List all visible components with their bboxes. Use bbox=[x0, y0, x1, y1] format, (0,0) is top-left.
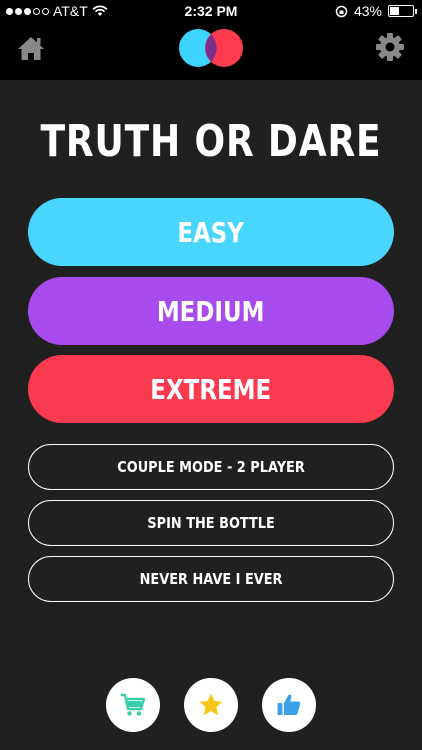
spin-the-bottle-label: SPIN THE BOTTLE bbox=[147, 514, 275, 532]
thumbs-up-icon bbox=[277, 694, 301, 715]
never-have-i-ever-button[interactable]: NEVER HAVE I EVER bbox=[28, 556, 394, 602]
like-button[interactable] bbox=[262, 678, 316, 732]
easy-button-label: EASY bbox=[177, 215, 245, 249]
cart-icon bbox=[121, 693, 146, 716]
extreme-button[interactable]: EXTREME bbox=[28, 355, 394, 423]
couple-mode-button[interactable]: COUPLE MODE - 2 PLAYER bbox=[28, 444, 394, 490]
status-right: 43% bbox=[335, 3, 417, 19]
status-bar: AT&T 2:32 PM 43% bbox=[0, 0, 422, 22]
never-have-i-ever-label: NEVER HAVE I EVER bbox=[139, 570, 283, 588]
easy-button[interactable]: EASY bbox=[28, 198, 394, 266]
orientation-lock-icon bbox=[335, 5, 348, 17]
battery-percent: 43% bbox=[353, 3, 382, 19]
main-content: TRUTH OR DARE EASY MEDIUM EXTREME COUPLE… bbox=[0, 80, 422, 750]
home-icon[interactable] bbox=[16, 33, 46, 63]
medium-button[interactable]: MEDIUM bbox=[28, 277, 394, 345]
nav-bar bbox=[0, 22, 422, 80]
battery-fill bbox=[390, 7, 400, 15]
star-icon bbox=[199, 693, 223, 716]
medium-button-label: MEDIUM bbox=[157, 294, 265, 328]
couple-mode-label: COUPLE MODE - 2 PLAYER bbox=[117, 458, 305, 476]
gear-icon[interactable] bbox=[375, 32, 405, 62]
battery-icon bbox=[388, 5, 417, 17]
logo bbox=[179, 29, 243, 67]
spin-the-bottle-button[interactable]: SPIN THE BOTTLE bbox=[28, 500, 394, 546]
extreme-button-label: EXTREME bbox=[150, 372, 272, 406]
cart-button[interactable] bbox=[106, 678, 160, 732]
rate-button[interactable] bbox=[184, 678, 238, 732]
page-title: TRUTH OR DARE bbox=[40, 116, 382, 167]
